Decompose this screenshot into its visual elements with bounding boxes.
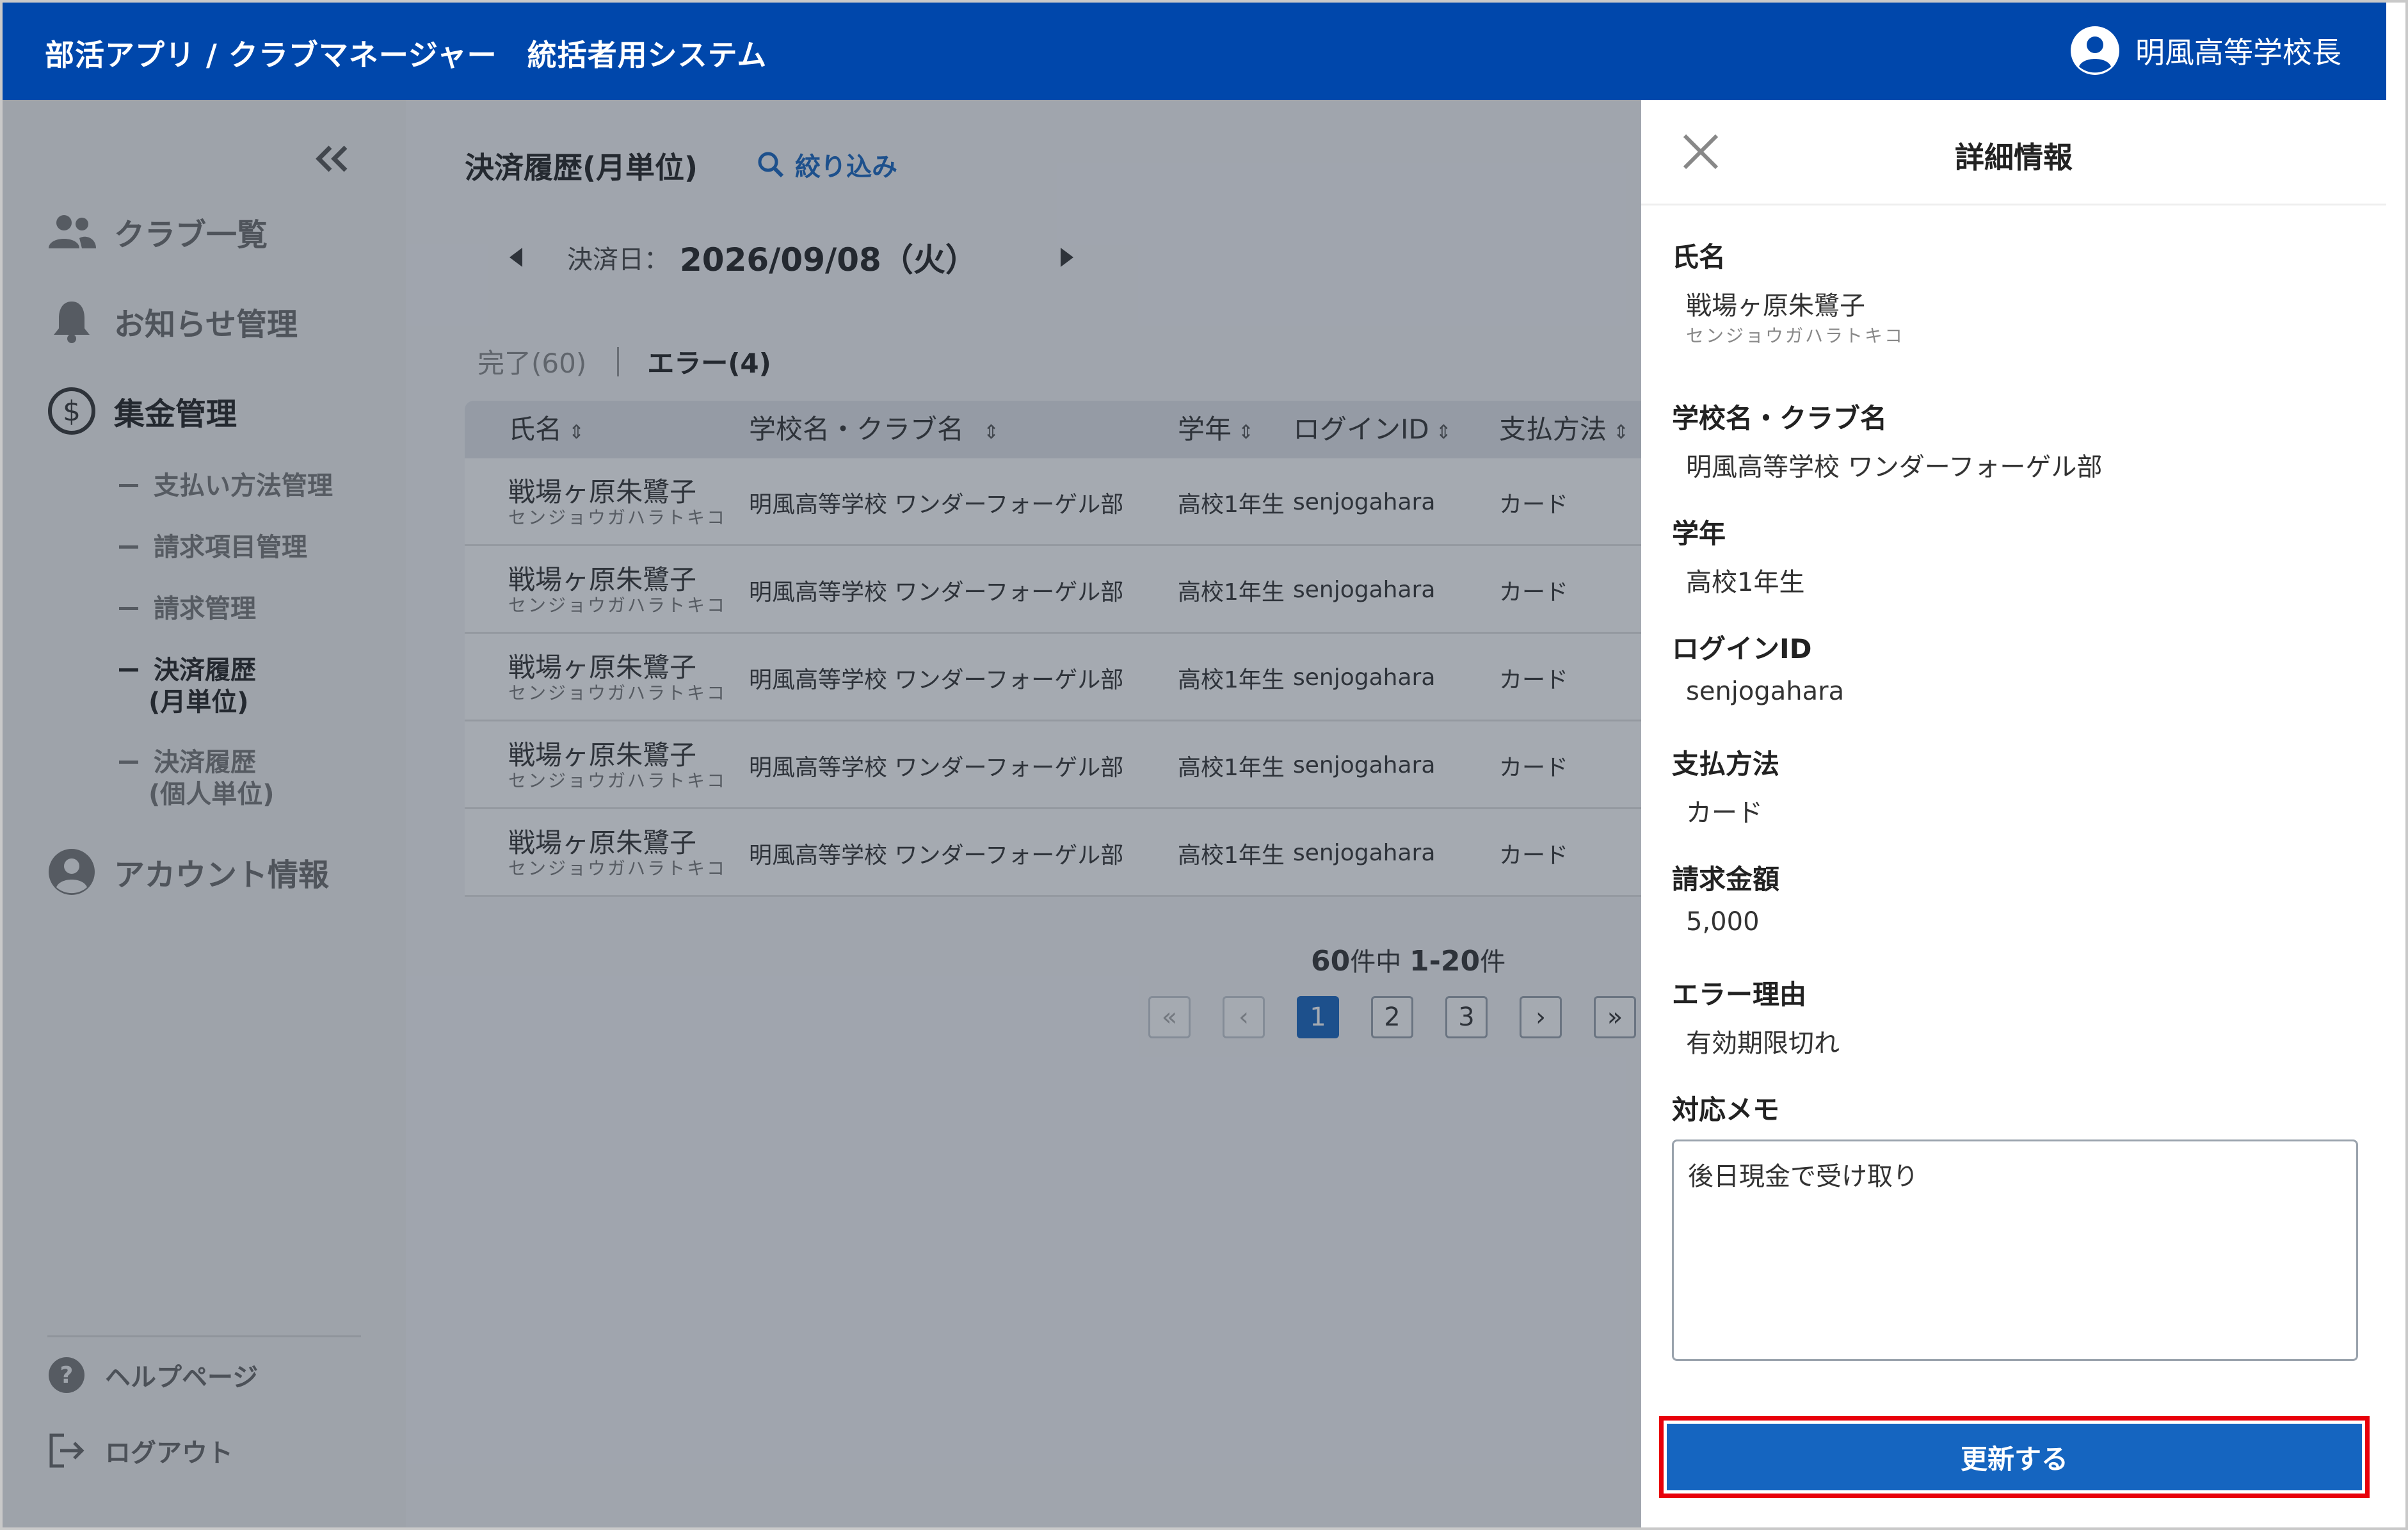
memo-textarea[interactable]: 後日現金で受け取り [1672,1139,2358,1361]
field-login-id: ログインID senjogahara [1672,633,1845,706]
user-avatar-icon [2071,26,2119,75]
detail-panel-header: 詳細情報 [1641,100,2386,205]
field-error-reason: エラー理由 有効期限切れ [1672,979,1840,1058]
modal-backdrop[interactable] [3,100,1641,1527]
field-name: 氏名 戦場ヶ原朱鷺子 センジョウガハラトキコ [1672,241,1905,346]
detail-panel: 詳細情報 氏名 戦場ヶ原朱鷺子 センジョウガハラトキコ 学校名・クラブ名 明風高… [1641,100,2386,1527]
app-title: 部活アプリ / クラブマネージャー 統括者用システム [45,38,767,72]
top-header: 部活アプリ / クラブマネージャー 統括者用システム 明風高等学校長 [3,3,2386,100]
update-button[interactable]: 更新する [1667,1424,2362,1490]
field-grade: 学年 高校1年生 [1672,518,1805,597]
field-school-club: 学校名・クラブ名 明風高等学校 ワンダーフォーゲル部 [1672,403,2103,482]
field-amount: 請求金額 5,000 [1672,864,1780,937]
panel-title: 詳細情報 [1955,140,2073,175]
highlight-frame: 更新する [1659,1416,2370,1498]
field-payment-method: 支払方法 カード [1672,748,1780,828]
user-name: 明風高等学校長 [2135,35,2341,70]
field-memo: 対応メモ [1672,1094,1780,1125]
user-menu[interactable]: 明風高等学校長 [2070,26,2341,76]
app-window: 部活アプリ / クラブマネージャー 統括者用システム 明風高等学校長 クラブ一覧… [0,0,2408,1530]
